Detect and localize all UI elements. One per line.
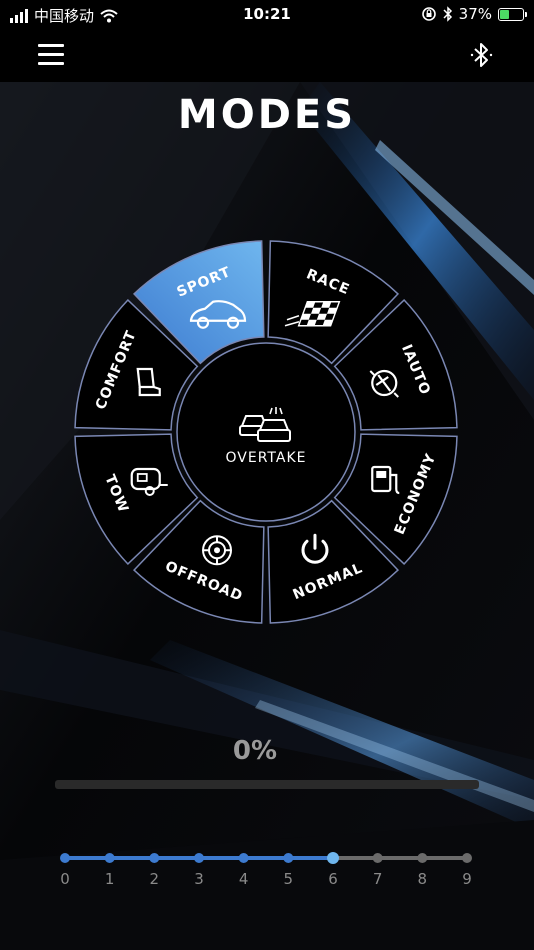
slider-stop-0[interactable] bbox=[60, 853, 70, 863]
slider-stop-7[interactable] bbox=[372, 853, 383, 863]
slider-tick-label: 0 bbox=[60, 870, 70, 888]
slider-tick-label: 6 bbox=[328, 870, 338, 888]
progress-bar bbox=[55, 780, 479, 789]
slider-stop-1[interactable] bbox=[104, 853, 115, 863]
slider-tick-label: 8 bbox=[418, 870, 428, 888]
tire-icon bbox=[202, 535, 233, 566]
slider-tick-label: 4 bbox=[239, 870, 249, 888]
slider-tick-label: 5 bbox=[284, 870, 294, 888]
slider-stop-3[interactable] bbox=[194, 853, 204, 863]
slider-tick-label: 2 bbox=[150, 870, 160, 888]
slider-stop-4[interactable] bbox=[238, 853, 249, 863]
slider-stop-2[interactable] bbox=[149, 853, 160, 863]
slider-stop-5[interactable] bbox=[283, 853, 294, 863]
slider-stop-9[interactable] bbox=[462, 853, 472, 863]
slider-tick-label: 1 bbox=[105, 870, 115, 888]
slider-stop-8[interactable] bbox=[417, 853, 428, 863]
overtake-label: OVERTAKE bbox=[226, 450, 307, 466]
slider-tick-label: 7 bbox=[373, 870, 383, 888]
overtake-button[interactable]: OVERTAKE bbox=[176, 342, 356, 522]
slider-stop-6[interactable] bbox=[327, 852, 339, 864]
slider-tick-label: 9 bbox=[462, 870, 472, 888]
slider-tick-label: 3 bbox=[194, 870, 204, 888]
progress-percent: 0% bbox=[232, 736, 278, 766]
mode-dial: SPORT RACEIAUTOECONOMYNORMALOFFROADTOWCOM… bbox=[74, 240, 458, 624]
